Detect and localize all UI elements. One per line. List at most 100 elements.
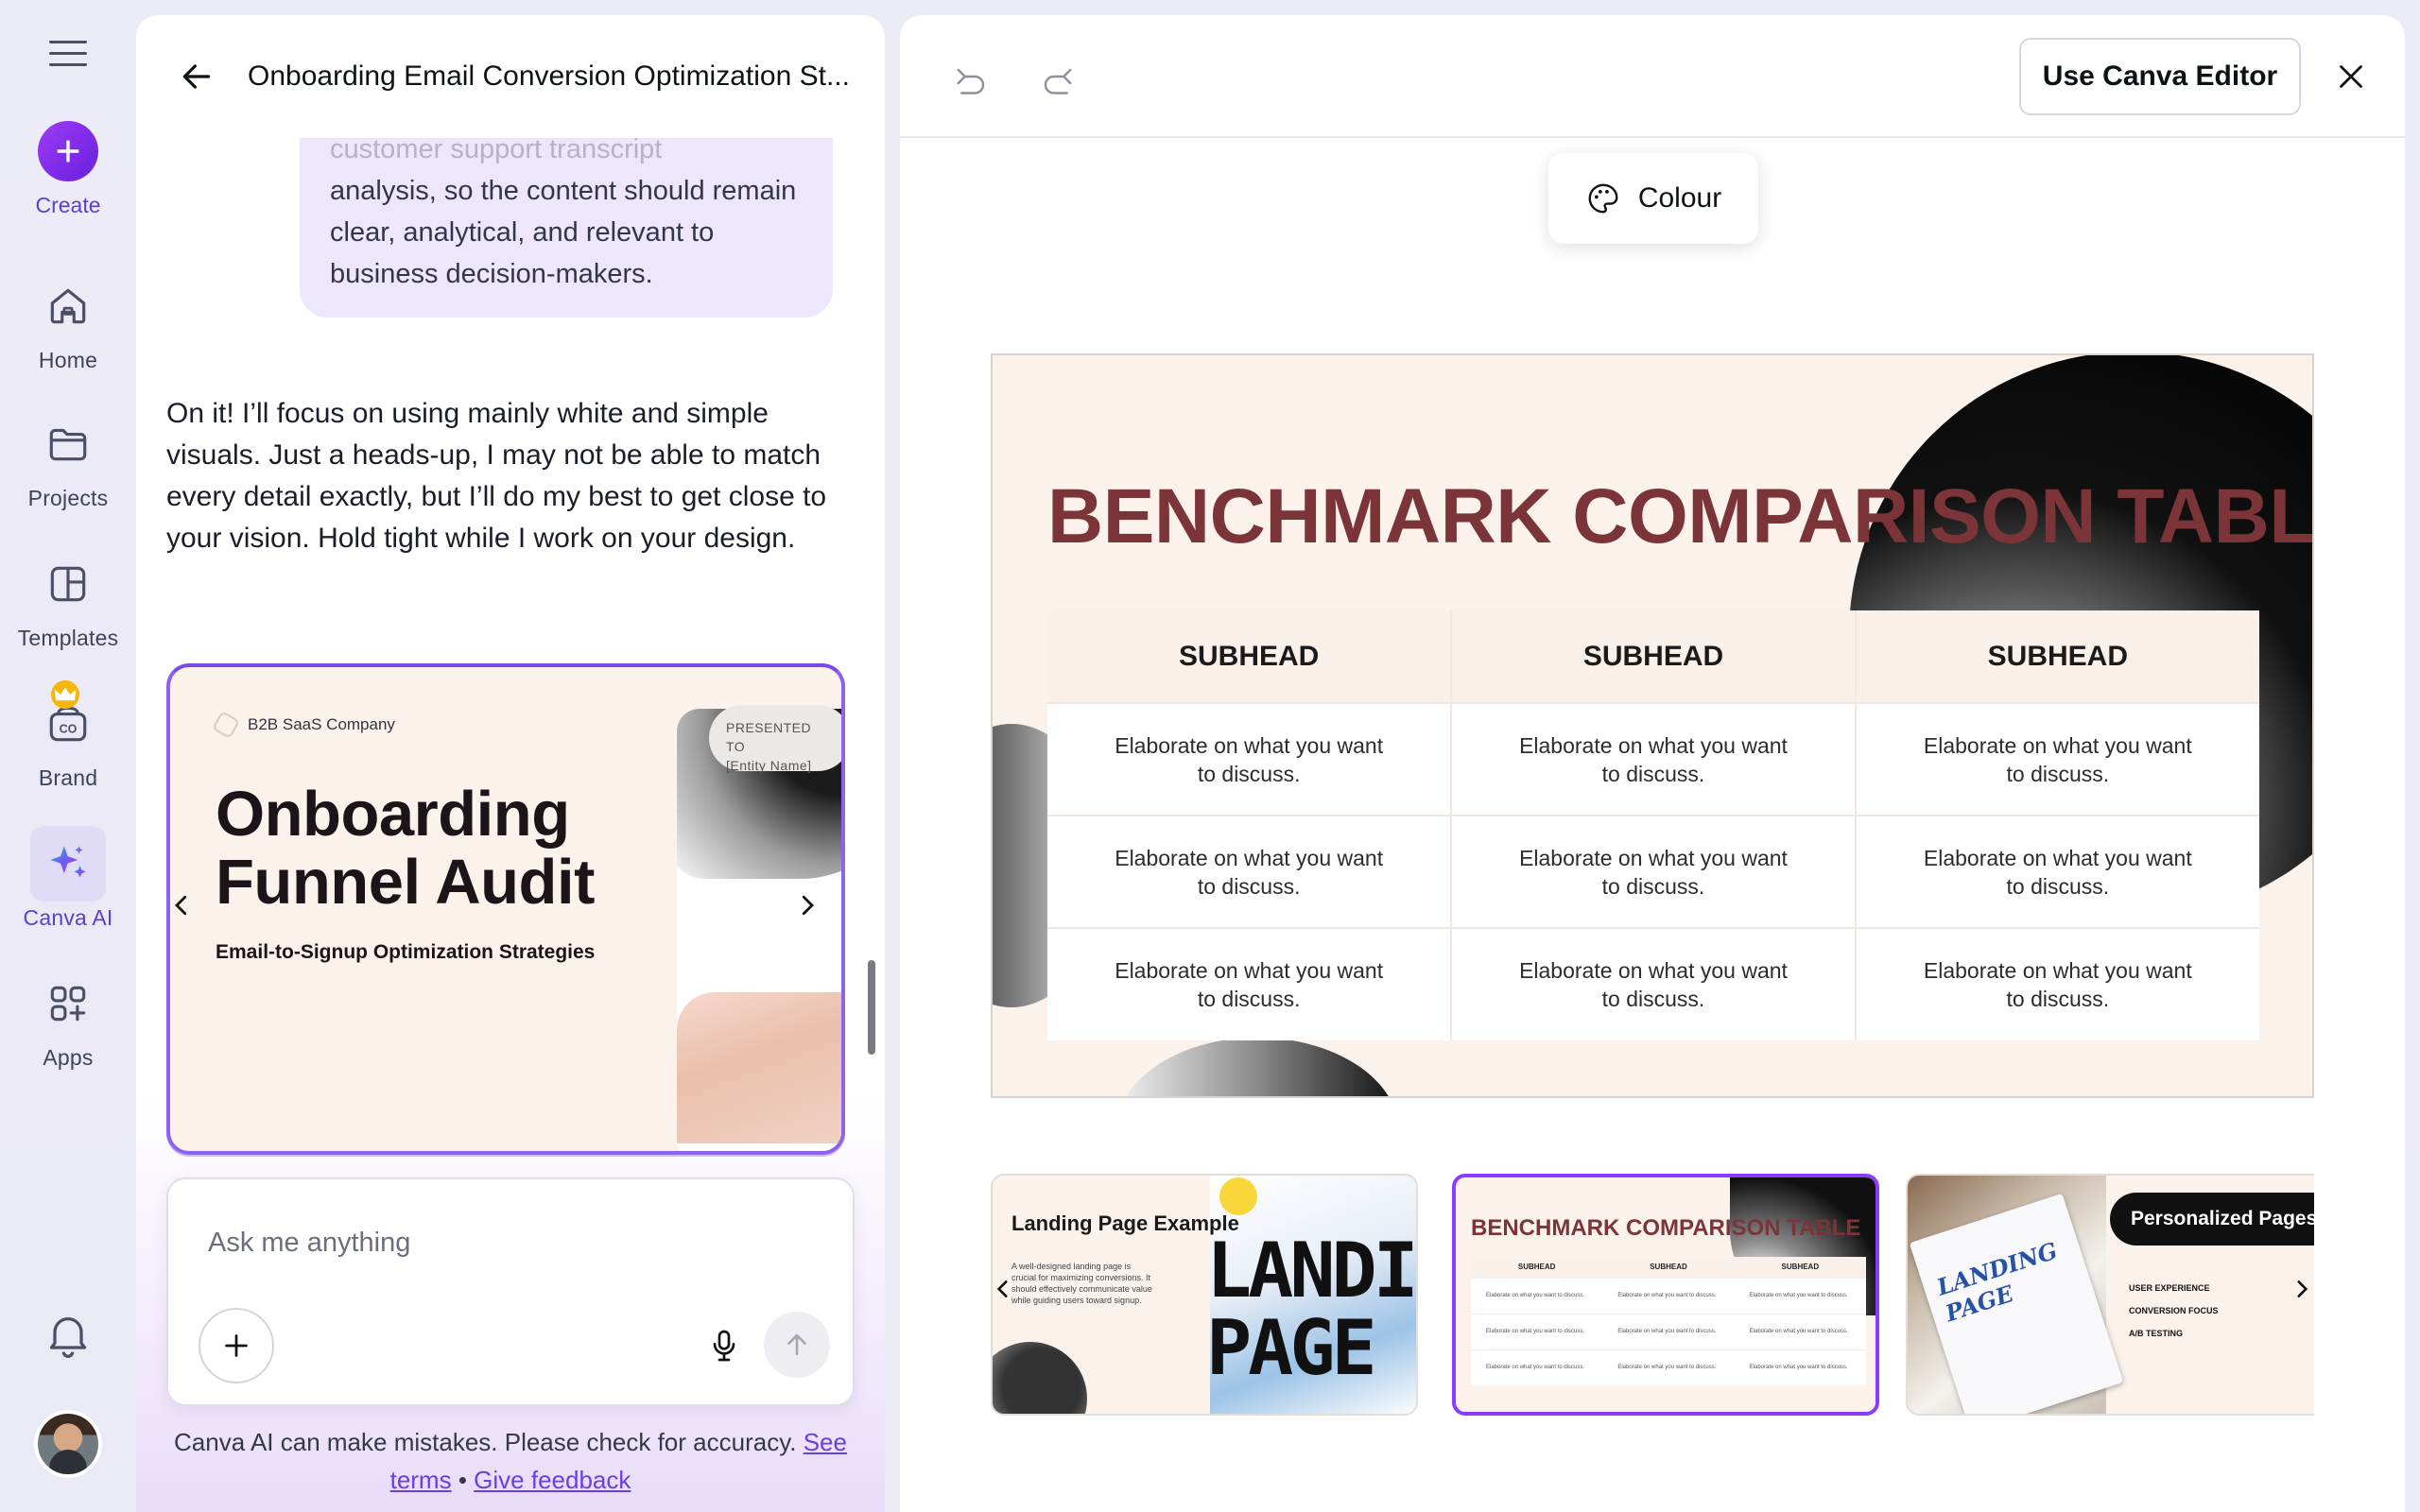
ai-message: On it! I’ll focus on using mainly white … [166,398,827,554]
slide-title: BENCHMARK COMPARISON TABLE [1047,473,2314,559]
rail-item-brand[interactable]: CO Brand [0,680,136,791]
thumb-cell: Elaborate on what you want to discuss. [1734,1313,1866,1349]
chat-header: Onboarding Email Conversion Optimization… [136,15,885,138]
thumb-cell: Elaborate on what you want to discuss. [1471,1277,1603,1314]
redo-icon[interactable] [1032,57,1085,110]
give-feedback-link[interactable]: Give feedback [474,1466,631,1494]
send-button[interactable] [764,1312,830,1378]
table-cell: Elaborate on what you want to discuss. [1047,927,1452,1040]
svg-text:CO: CO [60,722,78,735]
thumb-cell: Elaborate on what you want to discuss. [1602,1349,1735,1385]
slide-canvas[interactable]: BENCHMARK COMPARISON TABLE SUBHEAD SUBHE… [991,353,2314,1098]
disclaimer-text: Canva AI can make mistakes. Please check… [174,1428,797,1456]
photo-paper-text: LANDING PAGE [1933,1236,2061,1328]
table-cell: Elaborate on what you want to discuss. [1854,815,2259,928]
thumbnail-title: BENCHMARK COMPARISON TABLE [1471,1215,1861,1241]
disclaimer: Canva AI can make mistakes. Please check… [166,1423,855,1499]
table-row: Elaborate on what you want to discuss. E… [1047,927,2259,1040]
rail-item-canva-ai[interactable]: Canva AI [0,826,136,931]
table-cell: Elaborate on what you want to discuss. [1450,702,1856,816]
thumbnail-landing-page[interactable]: LANDING PAGE Landing Page Example A well… [991,1174,1418,1416]
design-card-photo [677,709,841,1151]
colour-label: Colour [1637,182,1722,214]
add-attachment-button[interactable] [199,1308,274,1383]
rail-label-projects: Projects [27,486,109,510]
apps-icon [50,986,86,1022]
landing-page-photo: LANDING PAGE [1908,1176,2124,1414]
rail-item-templates[interactable]: Templates [0,546,136,651]
design-preview-card[interactable]: B2B SaaS Company Onboarding Funnel Audit… [166,663,845,1155]
plus-icon [57,140,79,163]
entity-name: [Entity Name] [726,758,812,773]
table-row: Elaborate on what you want to discuss. E… [1047,815,2259,928]
chevron-left-icon[interactable] [991,1270,1017,1308]
presented-to-label: PRESENTED TO [726,720,812,754]
design-card-title: Onboarding Funnel Audit [216,779,595,918]
thumb-cell: Elaborate on what you want to discuss. [1734,1277,1866,1314]
thumb-cell: Elaborate on what you want to discuss. [1734,1349,1866,1385]
thumbnail-title: Landing Page Example [1011,1211,1239,1235]
left-rail: Create Home Projects Templates CO Brand … [0,0,136,1512]
chevron-left-icon[interactable] [170,886,200,924]
rail-label-templates: Templates [17,626,119,650]
list-item: CONVERSION FOCUS [2129,1306,2219,1315]
slide-thumbnails: LANDING PAGE Landing Page Example A well… [991,1159,2314,1419]
chat-panel: customer support transcript analysis, so… [136,15,885,1512]
table-cell: Elaborate on what you want to discuss. [1450,815,1856,928]
chevron-right-icon[interactable] [2288,1270,2314,1308]
plus-icon [225,1334,248,1357]
avatar[interactable] [34,1410,102,1478]
thumb-header: SUBHEAD [1734,1257,1866,1278]
thumbnail-title: Personalized Pages [2110,1193,2314,1246]
table-cell: Elaborate on what you want to discuss. [1047,702,1452,816]
colour-button[interactable]: Colour [1548,153,1758,244]
rail-item-apps[interactable]: Apps [0,966,136,1071]
chat-title: Onboarding Email Conversion Optimization… [248,60,850,92]
decorative-arc-bottom [1115,1038,1399,1096]
rail-label-apps: Apps [43,1045,94,1070]
table-header: SUBHEAD [1450,610,1856,703]
thumbnail-table: SUBHEAD SUBHEAD SUBHEAD Elaborate on what … [1471,1257,1866,1385]
thumbnail-list: USER EXPERIENCE CONVERSION FOCUS A/B TES… [2129,1270,2314,1338]
thumbnail-body: A well-designed landing page is crucial … [1011,1262,1152,1305]
scrollbar-thumb[interactable] [868,960,875,1055]
use-canva-editor-button[interactable]: Use Canva Editor [2019,38,2301,115]
back-arrow-icon[interactable] [174,54,219,99]
thumb-header: SUBHEAD [1602,1257,1735,1278]
rail-label-brand: Brand [38,765,98,790]
chat-input[interactable] [208,1221,775,1264]
preview-toolbar: Use Canva Editor [900,15,2405,138]
chat-input-box [166,1177,855,1406]
crown-icon [51,680,79,709]
microphone-icon[interactable] [698,1319,751,1372]
thumbnail-benchmark-table[interactable]: BENCHMARK COMPARISON TABLE SUBHEAD SUBHEA… [1452,1174,1879,1416]
templates-icon [50,566,86,602]
undo-icon[interactable] [943,57,996,110]
rail-item-projects[interactable]: Projects [0,406,136,511]
menu-icon[interactable] [49,34,87,72]
palette-icon [1588,183,1618,214]
separator: • [458,1466,467,1494]
landing-page-illustration: LANDING PAGE [1206,1176,1416,1414]
table-row: Elaborate on what you want to discuss. E… [1047,702,2259,816]
comparison-table: SUBHEAD SUBHEAD SUBHEAD Elaborate on wha… [1047,610,2259,1040]
table-header: SUBHEAD [1047,610,1452,703]
close-icon[interactable] [2327,53,2375,100]
presented-to-pill: PRESENTED TO [Entity Name] [709,705,841,773]
home-icon [50,288,86,324]
create-label: Create [35,193,101,217]
table-header: SUBHEAD [1854,610,2259,703]
rail-label-canva-ai: Canva AI [23,905,113,930]
rail-item-home[interactable]: Home [0,268,136,373]
design-card-subtitle: Email-to-Signup Optimization Strategies [216,941,596,963]
thumbnail-personalized-pages[interactable]: LANDING PAGE Personalized Pages USER EXP… [1906,1174,2314,1416]
list-item: A/B TESTING [2129,1329,2184,1338]
chevron-right-icon[interactable] [788,886,826,924]
rail-label-home: Home [38,348,98,372]
table-cell: Elaborate on what you want to discuss. [1854,927,2259,1040]
thumb-header: SUBHEAD [1471,1257,1603,1278]
bell-icon[interactable] [42,1308,95,1361]
company-name: B2B SaaS Company [248,715,395,733]
thumb-cell: Elaborate on what you want to discuss. [1471,1349,1603,1385]
create-button[interactable] [38,121,98,181]
